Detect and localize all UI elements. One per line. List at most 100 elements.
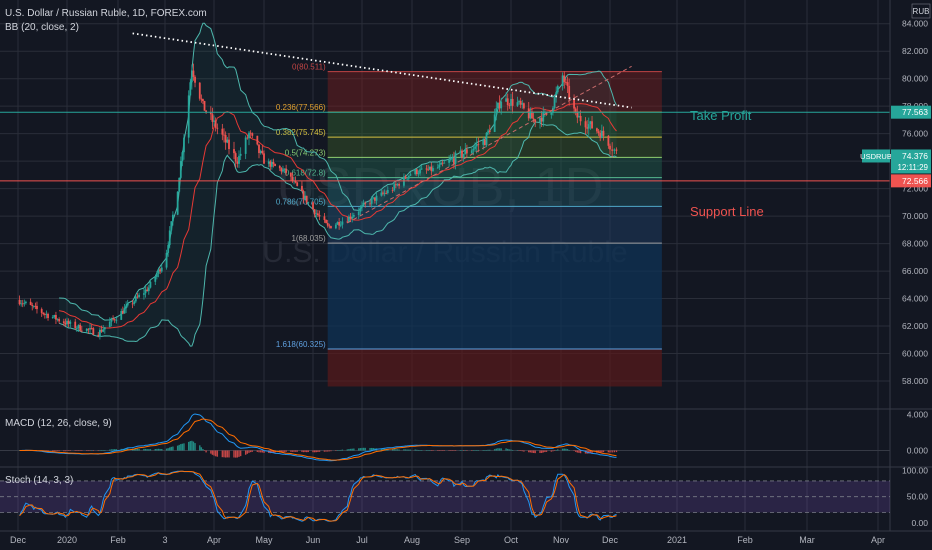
candle-body (223, 134, 225, 136)
macd-histogram-bar (340, 449, 342, 451)
macd-histogram-bar (233, 450, 235, 458)
candle-body (305, 195, 308, 203)
candle-body (189, 82, 192, 96)
candle-body (488, 130, 491, 132)
macd-histogram-bar (178, 444, 180, 451)
candle-body (563, 75, 566, 82)
candle-body (394, 184, 397, 186)
time-tick-label: Feb (110, 535, 126, 545)
time-tick-label: Dec (602, 535, 619, 545)
macd-histogram-bar (493, 449, 496, 451)
macd-histogram-bar (89, 450, 91, 451)
macd-legend[interactable]: MACD (12, 26, close, 9) (5, 418, 112, 429)
macd-histogram-bar (236, 450, 239, 458)
candle-body (599, 132, 602, 138)
macd-histogram-bar (170, 446, 173, 451)
macd-histogram-bar (76, 450, 78, 451)
candle-body (283, 168, 286, 170)
macd-histogram-bar (144, 448, 147, 451)
candle-body (607, 135, 610, 146)
macd-histogram-bar (99, 450, 101, 451)
candle-body (553, 97, 556, 108)
candle-body (301, 185, 303, 191)
macd-histogram-bar (159, 448, 161, 451)
macd-histogram-bar (188, 441, 190, 451)
candle-body (425, 168, 428, 170)
macd-histogram-bar (425, 450, 428, 451)
candle-body (453, 158, 455, 164)
candle-body (80, 330, 83, 332)
macd-histogram-bar (451, 450, 454, 451)
take-profit-label[interactable]: Take Profit (690, 108, 752, 123)
currency-label[interactable]: RUB (913, 7, 930, 16)
candle-body (415, 169, 418, 175)
macd-histogram-bar (615, 450, 618, 453)
candle-body (414, 169, 417, 175)
candle-body (248, 132, 250, 139)
chart-canvas[interactable]: USDRUB, 1D U.S. Dollar / Russian Ruble 0… (0, 0, 932, 550)
candle-body (482, 139, 485, 145)
support-price-badge-text: 72.566 (902, 176, 928, 186)
macd-histogram-bar (453, 450, 455, 451)
candle-body (615, 149, 618, 151)
candle-body (108, 321, 111, 328)
candle-body (261, 150, 264, 154)
macd-histogram-bar (109, 449, 111, 451)
macd-histogram-bar (239, 450, 242, 457)
candle-body (315, 213, 318, 215)
candle-body (99, 329, 101, 337)
macd-histogram-bar (249, 450, 252, 453)
candle-body (357, 211, 360, 216)
candle-body (448, 159, 450, 163)
candle-body (79, 324, 82, 331)
macd-histogram-bar (216, 450, 219, 457)
candle-body (556, 86, 559, 93)
support-line-label[interactable]: Support Line (690, 204, 764, 219)
macd-histogram-bar (461, 450, 463, 451)
macd-histogram-bar (476, 450, 478, 451)
candle-body (238, 155, 240, 164)
candle-body (123, 308, 126, 314)
candle-body (568, 85, 571, 99)
macd-histogram-bar (312, 450, 314, 453)
candle-body (200, 98, 203, 100)
macd-histogram-bar (87, 450, 90, 451)
symbol-title[interactable]: U.S. Dollar / Russian Ruble, 1D, FOREX.c… (5, 8, 207, 19)
macd-histogram-bar (613, 450, 616, 453)
candle-body (566, 82, 569, 86)
macd-histogram-bar (97, 450, 99, 451)
macd-histogram-bar (256, 450, 259, 452)
macd-histogram-bar (443, 450, 445, 451)
macd-histogram-bar (497, 448, 499, 451)
candle-body (417, 173, 420, 175)
candle-body (383, 192, 386, 194)
stoch-legend[interactable]: Stoch (14, 3, 3) (5, 475, 73, 486)
macd-histogram-bar (351, 448, 353, 451)
candle-body (304, 195, 306, 199)
candle-body (436, 167, 439, 169)
stoch-tick-label: 100.00 (902, 465, 928, 475)
candle-body (258, 144, 260, 154)
macd-histogram-bar (417, 449, 420, 451)
macd-histogram-bar (211, 450, 214, 455)
price-tick-label: 70.000 (902, 211, 928, 221)
price-tick-label: 80.000 (902, 74, 928, 84)
macd-histogram-bar (568, 449, 570, 451)
macd-histogram-bar (576, 450, 579, 453)
candle-body (474, 146, 476, 149)
macd-histogram-bar (63, 450, 65, 452)
candle-body (510, 98, 512, 106)
candle-body (312, 202, 314, 210)
macd-histogram-bar (86, 450, 88, 451)
bb-legend[interactable]: BB (20, close, 2) (5, 22, 79, 33)
macd-histogram-bar (203, 450, 206, 451)
candle-body (75, 328, 78, 329)
macd-histogram-bar (427, 450, 429, 451)
candle-body (167, 245, 170, 253)
stoch-tick-label: 50.00 (907, 492, 929, 502)
time-tick-label: Mar (799, 535, 815, 545)
macd-histogram-bar (283, 450, 286, 452)
macd-histogram-bar (353, 448, 355, 451)
macd-histogram-bar (210, 450, 212, 454)
macd-histogram-bar (214, 450, 217, 457)
